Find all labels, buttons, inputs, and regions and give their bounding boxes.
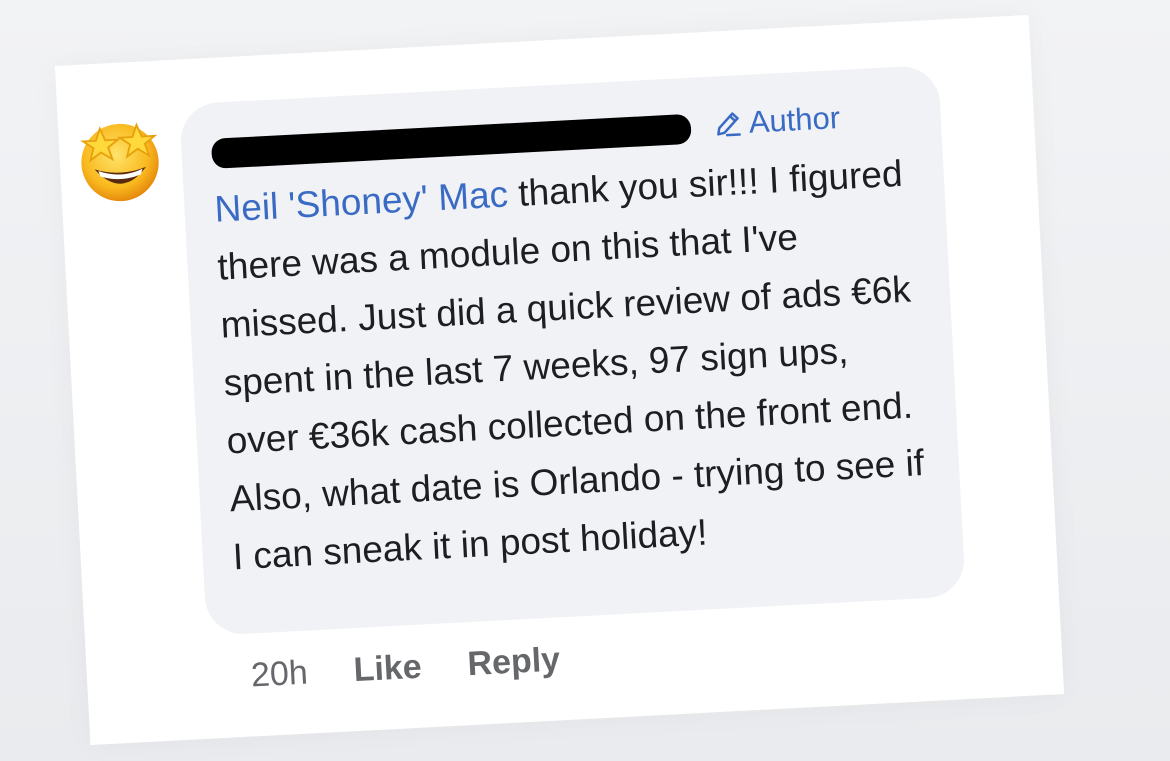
avatar[interactable] [72,112,169,209]
author-badge-label: Author [747,99,841,140]
reply-button[interactable]: Reply [467,640,562,684]
mention-link[interactable]: Neil 'Shoney' Mac [214,173,510,229]
pencil-icon [717,112,741,137]
comment-actions: 20h Like Reply [250,640,561,695]
background: Author Neil 'Shoney' Mac thank you sir!!… [0,0,1170,761]
like-button[interactable]: Like [353,648,423,691]
star-struck-emoji-icon [80,122,159,202]
comment-card: Author Neil 'Shoney' Mac thank you sir!!… [54,14,1065,746]
comment-bubble: Author Neil 'Shoney' Mac thank you sir!!… [179,64,966,636]
comment-text: Neil 'Shoney' Mac thank you sir!!! I fig… [213,144,933,586]
author-badge: Author [712,100,841,143]
timestamp[interactable]: 20h [250,654,309,696]
